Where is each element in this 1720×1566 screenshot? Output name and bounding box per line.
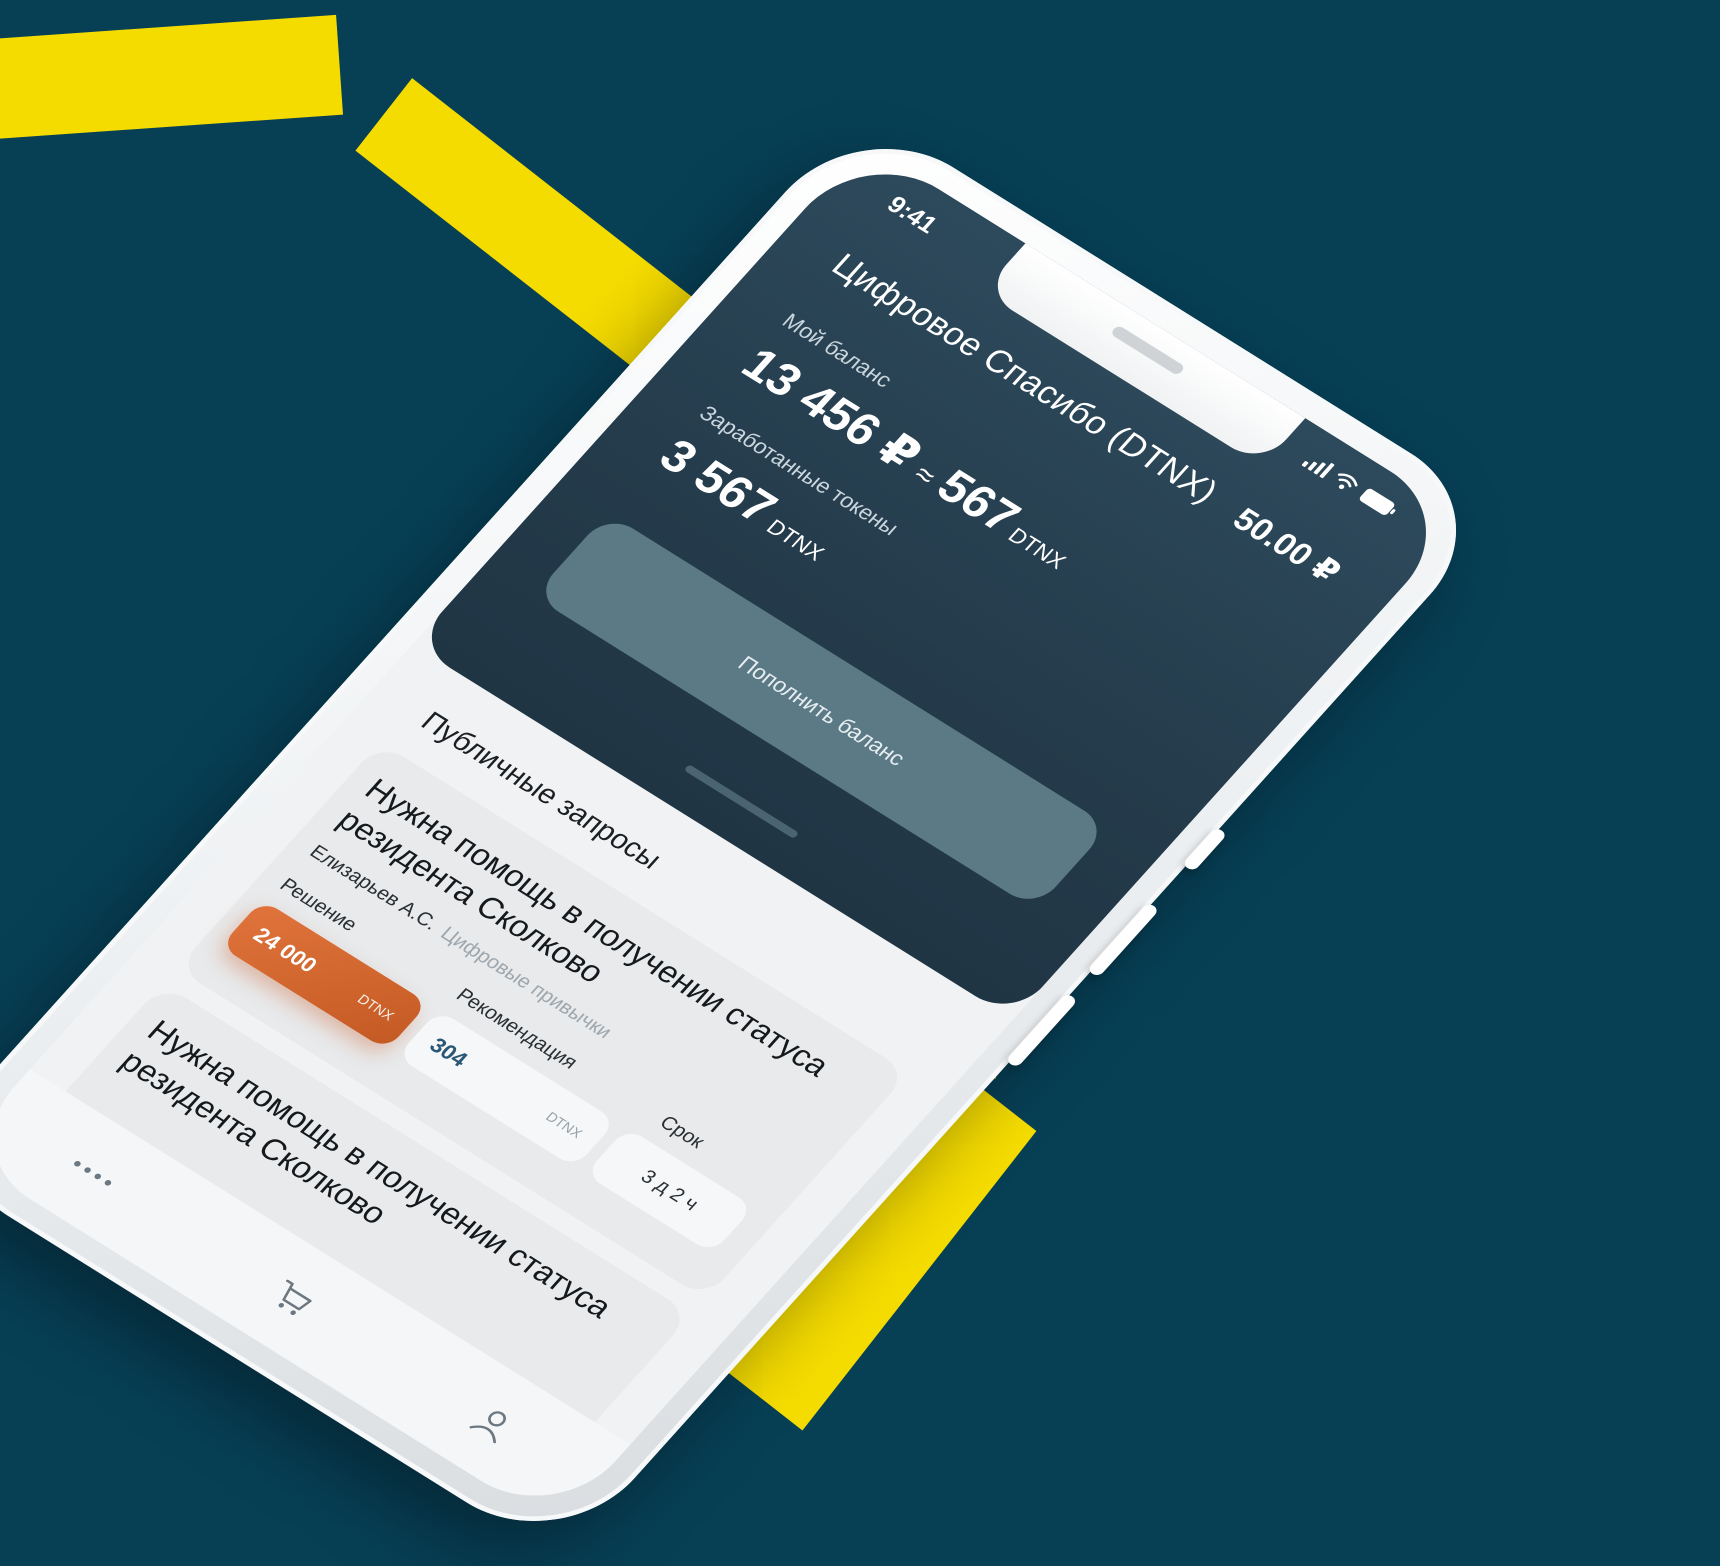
balance-unit: DTNX xyxy=(1003,522,1072,574)
recommend-value: 304 xyxy=(424,1032,473,1072)
sheet-handle xyxy=(683,764,800,840)
profile-icon[interactable] xyxy=(458,1394,528,1453)
header-amount: 50.00 ₽ xyxy=(1225,500,1349,590)
term-pill: 3 д 2 ч xyxy=(584,1127,755,1254)
dots-icon xyxy=(72,1159,113,1187)
speaker xyxy=(1109,324,1186,377)
phone-mockup: 9:41 Цифровое Спасибо (DTNX) 50.00 ₽ Мой… xyxy=(0,109,1505,1561)
solution-value: 24 000 xyxy=(248,922,323,978)
phone-screen: 9:41 Цифровое Спасибо (DTNX) 50.00 ₽ Мой… xyxy=(0,142,1465,1528)
earned-unit: DTNX xyxy=(761,514,830,566)
status-time: 9:41 xyxy=(881,190,943,239)
wifi-icon xyxy=(1329,469,1362,495)
status-icons xyxy=(1301,452,1401,520)
term-label: Срок xyxy=(655,1111,709,1153)
term-value: 3 д 2 ч xyxy=(636,1165,704,1215)
yellow-band-top-left xyxy=(0,14,344,142)
more-icon[interactable] xyxy=(58,1144,128,1203)
phone-body: 9:41 Цифровое Спасибо (DTNX) 50.00 ₽ Мой… xyxy=(0,109,1505,1561)
side-button-3 xyxy=(1181,826,1228,872)
recommend-unit: DTNX xyxy=(542,1108,586,1141)
signal-icon xyxy=(1301,452,1335,479)
battery-icon xyxy=(1357,486,1401,520)
cart-icon[interactable] xyxy=(258,1269,328,1328)
solution-unit: DTNX xyxy=(354,991,398,1024)
